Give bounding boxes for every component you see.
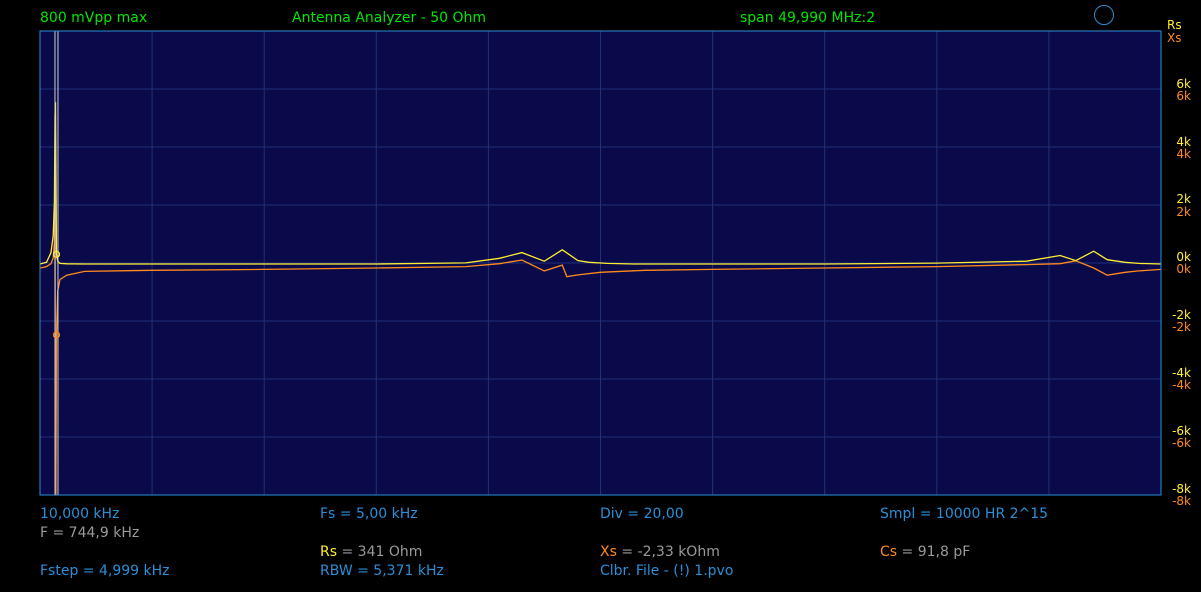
- rs-readout-value: = 341 Ohm: [337, 544, 423, 560]
- circle-button[interactable]: [1094, 5, 1114, 25]
- rs-tick-label: 2k: [1176, 192, 1191, 206]
- xs-tick-label: -4k: [1172, 378, 1191, 392]
- xs-tick-label: 6k: [1176, 89, 1191, 103]
- div-value: Div = 20,00: [600, 506, 684, 522]
- xs-tick-label: -2k: [1172, 320, 1191, 334]
- cs-readout-value: = 91,8 pF: [897, 544, 971, 560]
- rs-readout-label: Rs: [320, 544, 338, 560]
- cs-readout-label: Cs: [880, 544, 898, 560]
- calibration-file[interactable]: Clbr. File - (!) 1.pvo: [600, 563, 733, 579]
- xs-tick-label: 4k: [1176, 147, 1191, 161]
- smpl-value: Smpl = 10000 HR 2^15: [880, 506, 1049, 522]
- xs-tick-label: 2k: [1176, 205, 1191, 219]
- span-label: span 49,990 MHz:2: [740, 10, 876, 26]
- xs-tick-label: -6k: [1172, 436, 1191, 450]
- xs-readout-label: Xs: [600, 544, 617, 560]
- start-freq: 10,000 kHz: [40, 506, 120, 522]
- amplitude-label: 800 mVpp max: [40, 10, 148, 26]
- analyzer-plot: [39, 30, 1162, 496]
- fs-value: Fs = 5,00 kHz: [320, 506, 418, 522]
- rs-axis-title: Rs: [1167, 18, 1182, 32]
- xs-axis-title: Xs: [1167, 31, 1182, 45]
- marker-freq: F = 744,9 kHz: [40, 525, 140, 541]
- xs-tick-label: -8k: [1172, 494, 1191, 508]
- fstep-value: Fstep = 4,999 kHz: [40, 563, 170, 579]
- xs-readout-value: = -2,33 kOhm: [616, 544, 720, 560]
- cs-readout: Cs = 91,8 pF: [880, 544, 970, 560]
- mode-title: Antenna Analyzer - 50 Ohm: [292, 10, 486, 26]
- xs-readout: Xs = -2,33 kOhm: [600, 544, 720, 560]
- rbw-value: RBW = 5,371 kHz: [320, 563, 444, 579]
- xs-tick-label: 0k: [1176, 262, 1191, 276]
- rs-readout: Rs = 341 Ohm: [320, 544, 422, 560]
